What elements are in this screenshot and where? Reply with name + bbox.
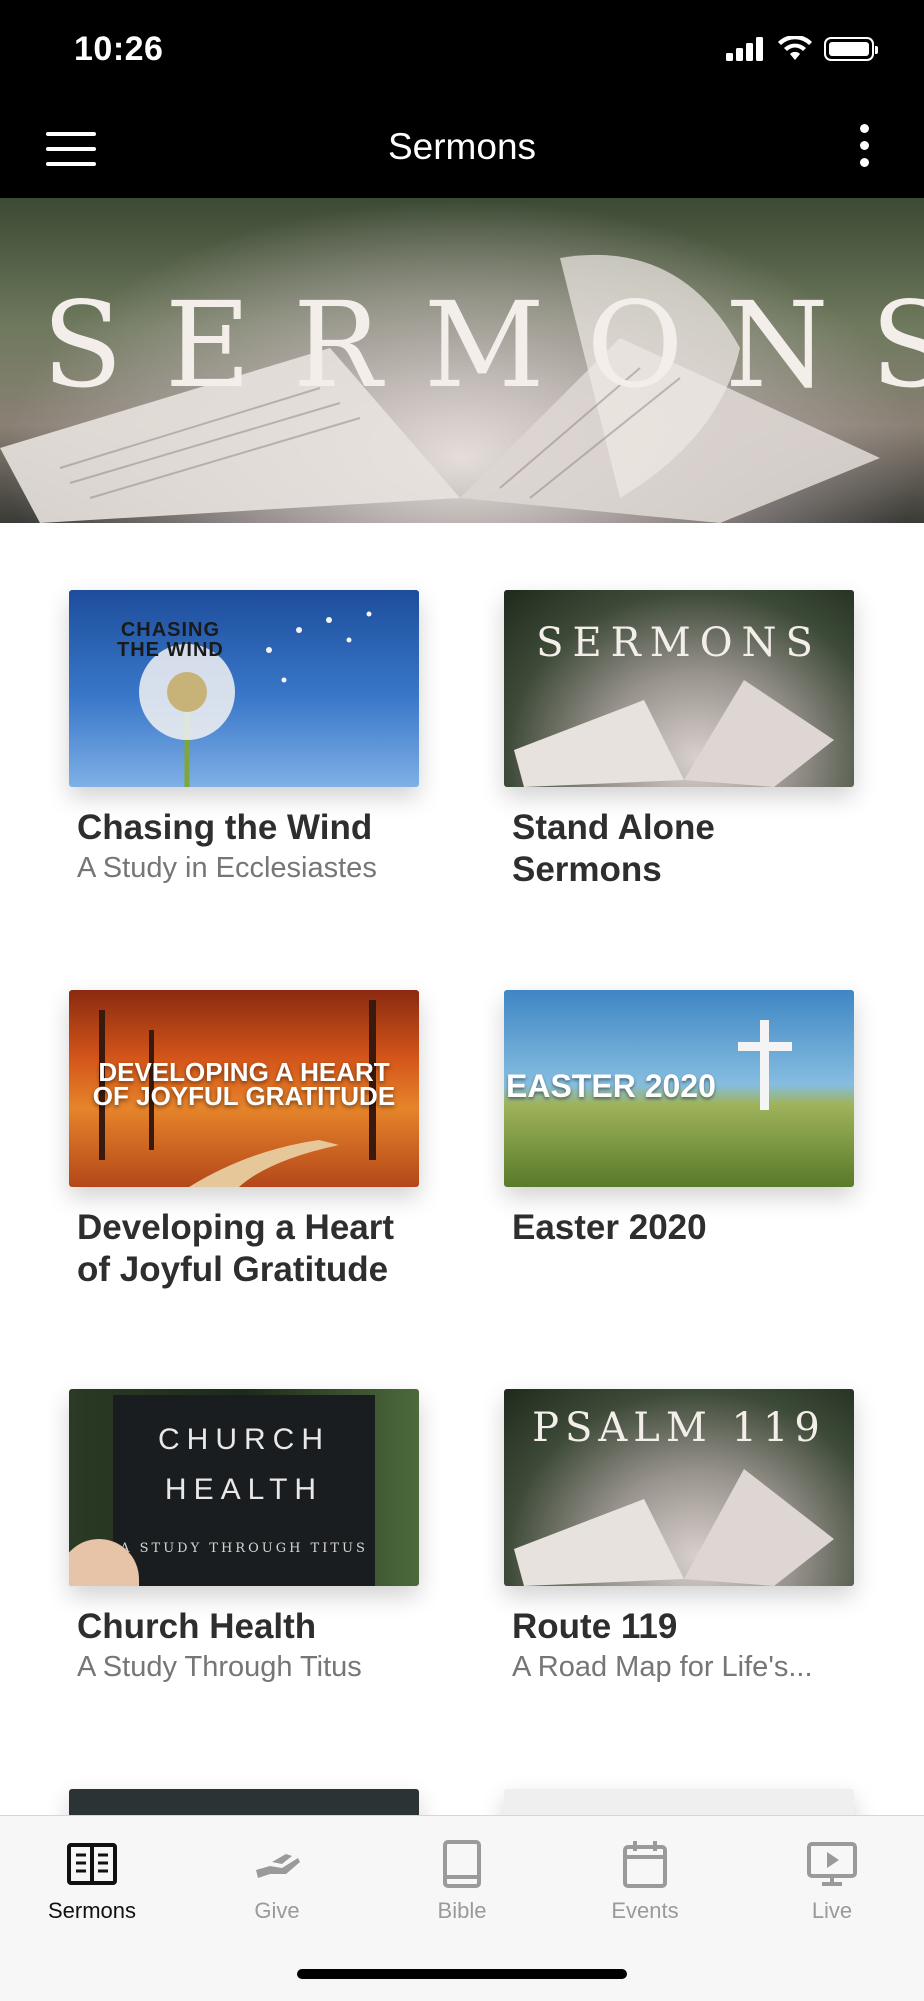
tab-events[interactable]: Events: [575, 1836, 715, 1924]
series-card-easter-2020[interactable]: EASTER 2020 Easter 2020: [504, 990, 854, 1249]
series-title: Developing a Heart of Joyful Gratitude: [77, 1208, 395, 1289]
thumbnail-text: CHASING THE WIND: [117, 619, 224, 661]
bible-icon: [443, 1840, 481, 1888]
tab-label: Give: [254, 1898, 300, 1923]
series-title: Chasing the Wind: [77, 808, 373, 847]
tab-bible[interactable]: Bible: [392, 1836, 532, 1924]
live-video-icon: [807, 1842, 857, 1886]
book-open-icon: [67, 1843, 117, 1885]
series-card-chasing-the-wind[interactable]: CHASING THE WIND Chasing the Wind A Study…: [69, 590, 419, 887]
tab-label: Sermons: [47, 1898, 137, 1923]
series-subtitle: A Study Through Titus: [77, 1651, 362, 1683]
series-subtitle: A Road Map for Life's...: [512, 1651, 813, 1683]
tab-live[interactable]: Live: [762, 1836, 902, 1924]
hero-banner: SERMONS: [0, 198, 924, 523]
page-title: Sermons: [387, 126, 537, 167]
status-icons: [726, 36, 878, 62]
tab-label: Events: [611, 1898, 679, 1923]
series-card-stand-alone-sermons[interactable]: SERMONS Stand Alone Sermons: [504, 590, 854, 891]
series-thumbnail: EASTER 2020: [504, 990, 854, 1187]
series-card-church-health[interactable]: CHURCH HEALTH A STUDY THROUGH TITUS Chur…: [69, 1389, 419, 1686]
tab-sermons[interactable]: Sermons: [22, 1836, 162, 1924]
tab-label: Live: [811, 1898, 853, 1923]
home-indicator[interactable]: [297, 1969, 627, 1979]
series-thumbnail: SERMONS: [504, 590, 854, 787]
nav-bar: Sermons: [0, 100, 924, 198]
thumbnail-text: SERMONS: [536, 620, 822, 666]
status-time: 10:26: [74, 30, 164, 68]
series-title: Church Health: [77, 1607, 317, 1646]
series-title: Easter 2020: [512, 1208, 707, 1247]
series-card-joyful-gratitude[interactable]: DEVELOPING A HEART OF JOYFUL GRATITUDE De…: [69, 990, 419, 1291]
calendar-icon: [623, 1841, 667, 1888]
series-title: Stand Alone Sermons: [512, 808, 715, 889]
thumbnail-text: PSALM 119: [532, 1405, 826, 1451]
more-options-icon[interactable]: [858, 124, 870, 174]
thumbnail-text: DEVELOPING A HEART OF JOYFUL GRATITUDE: [92, 1057, 396, 1111]
tab-give[interactable]: Give: [207, 1836, 347, 1924]
series-thumbnail: PSALM 119: [504, 1389, 854, 1586]
series-thumbnail: CHASING THE WIND: [69, 590, 419, 787]
battery-icon: [824, 37, 878, 61]
series-thumbnail: DEVELOPING A HEART OF JOYFUL GRATITUDE: [69, 990, 419, 1187]
hand-give-icon: [256, 1854, 300, 1878]
series-subtitle: A Study in Ecclesiastes: [77, 852, 377, 884]
status-bar: 10:26: [0, 0, 924, 100]
series-card-route-119[interactable]: PSALM 119 Route 119 A Road Map for Life'…: [504, 1389, 854, 1686]
series-thumbnail: CHURCH HEALTH A STUDY THROUGH TITUS: [69, 1389, 419, 1586]
wifi-icon: [778, 36, 812, 60]
signal-icon: [726, 37, 763, 61]
thumbnail-text: EASTER 2020: [506, 1068, 716, 1104]
plaque-image: CHURCH HEALTH A STUDY THROUGH TITUS: [113, 1395, 375, 1586]
series-title: Route 119: [512, 1607, 678, 1646]
tab-label: Bible: [437, 1898, 487, 1923]
hero-title: SERMONS: [42, 276, 924, 414]
